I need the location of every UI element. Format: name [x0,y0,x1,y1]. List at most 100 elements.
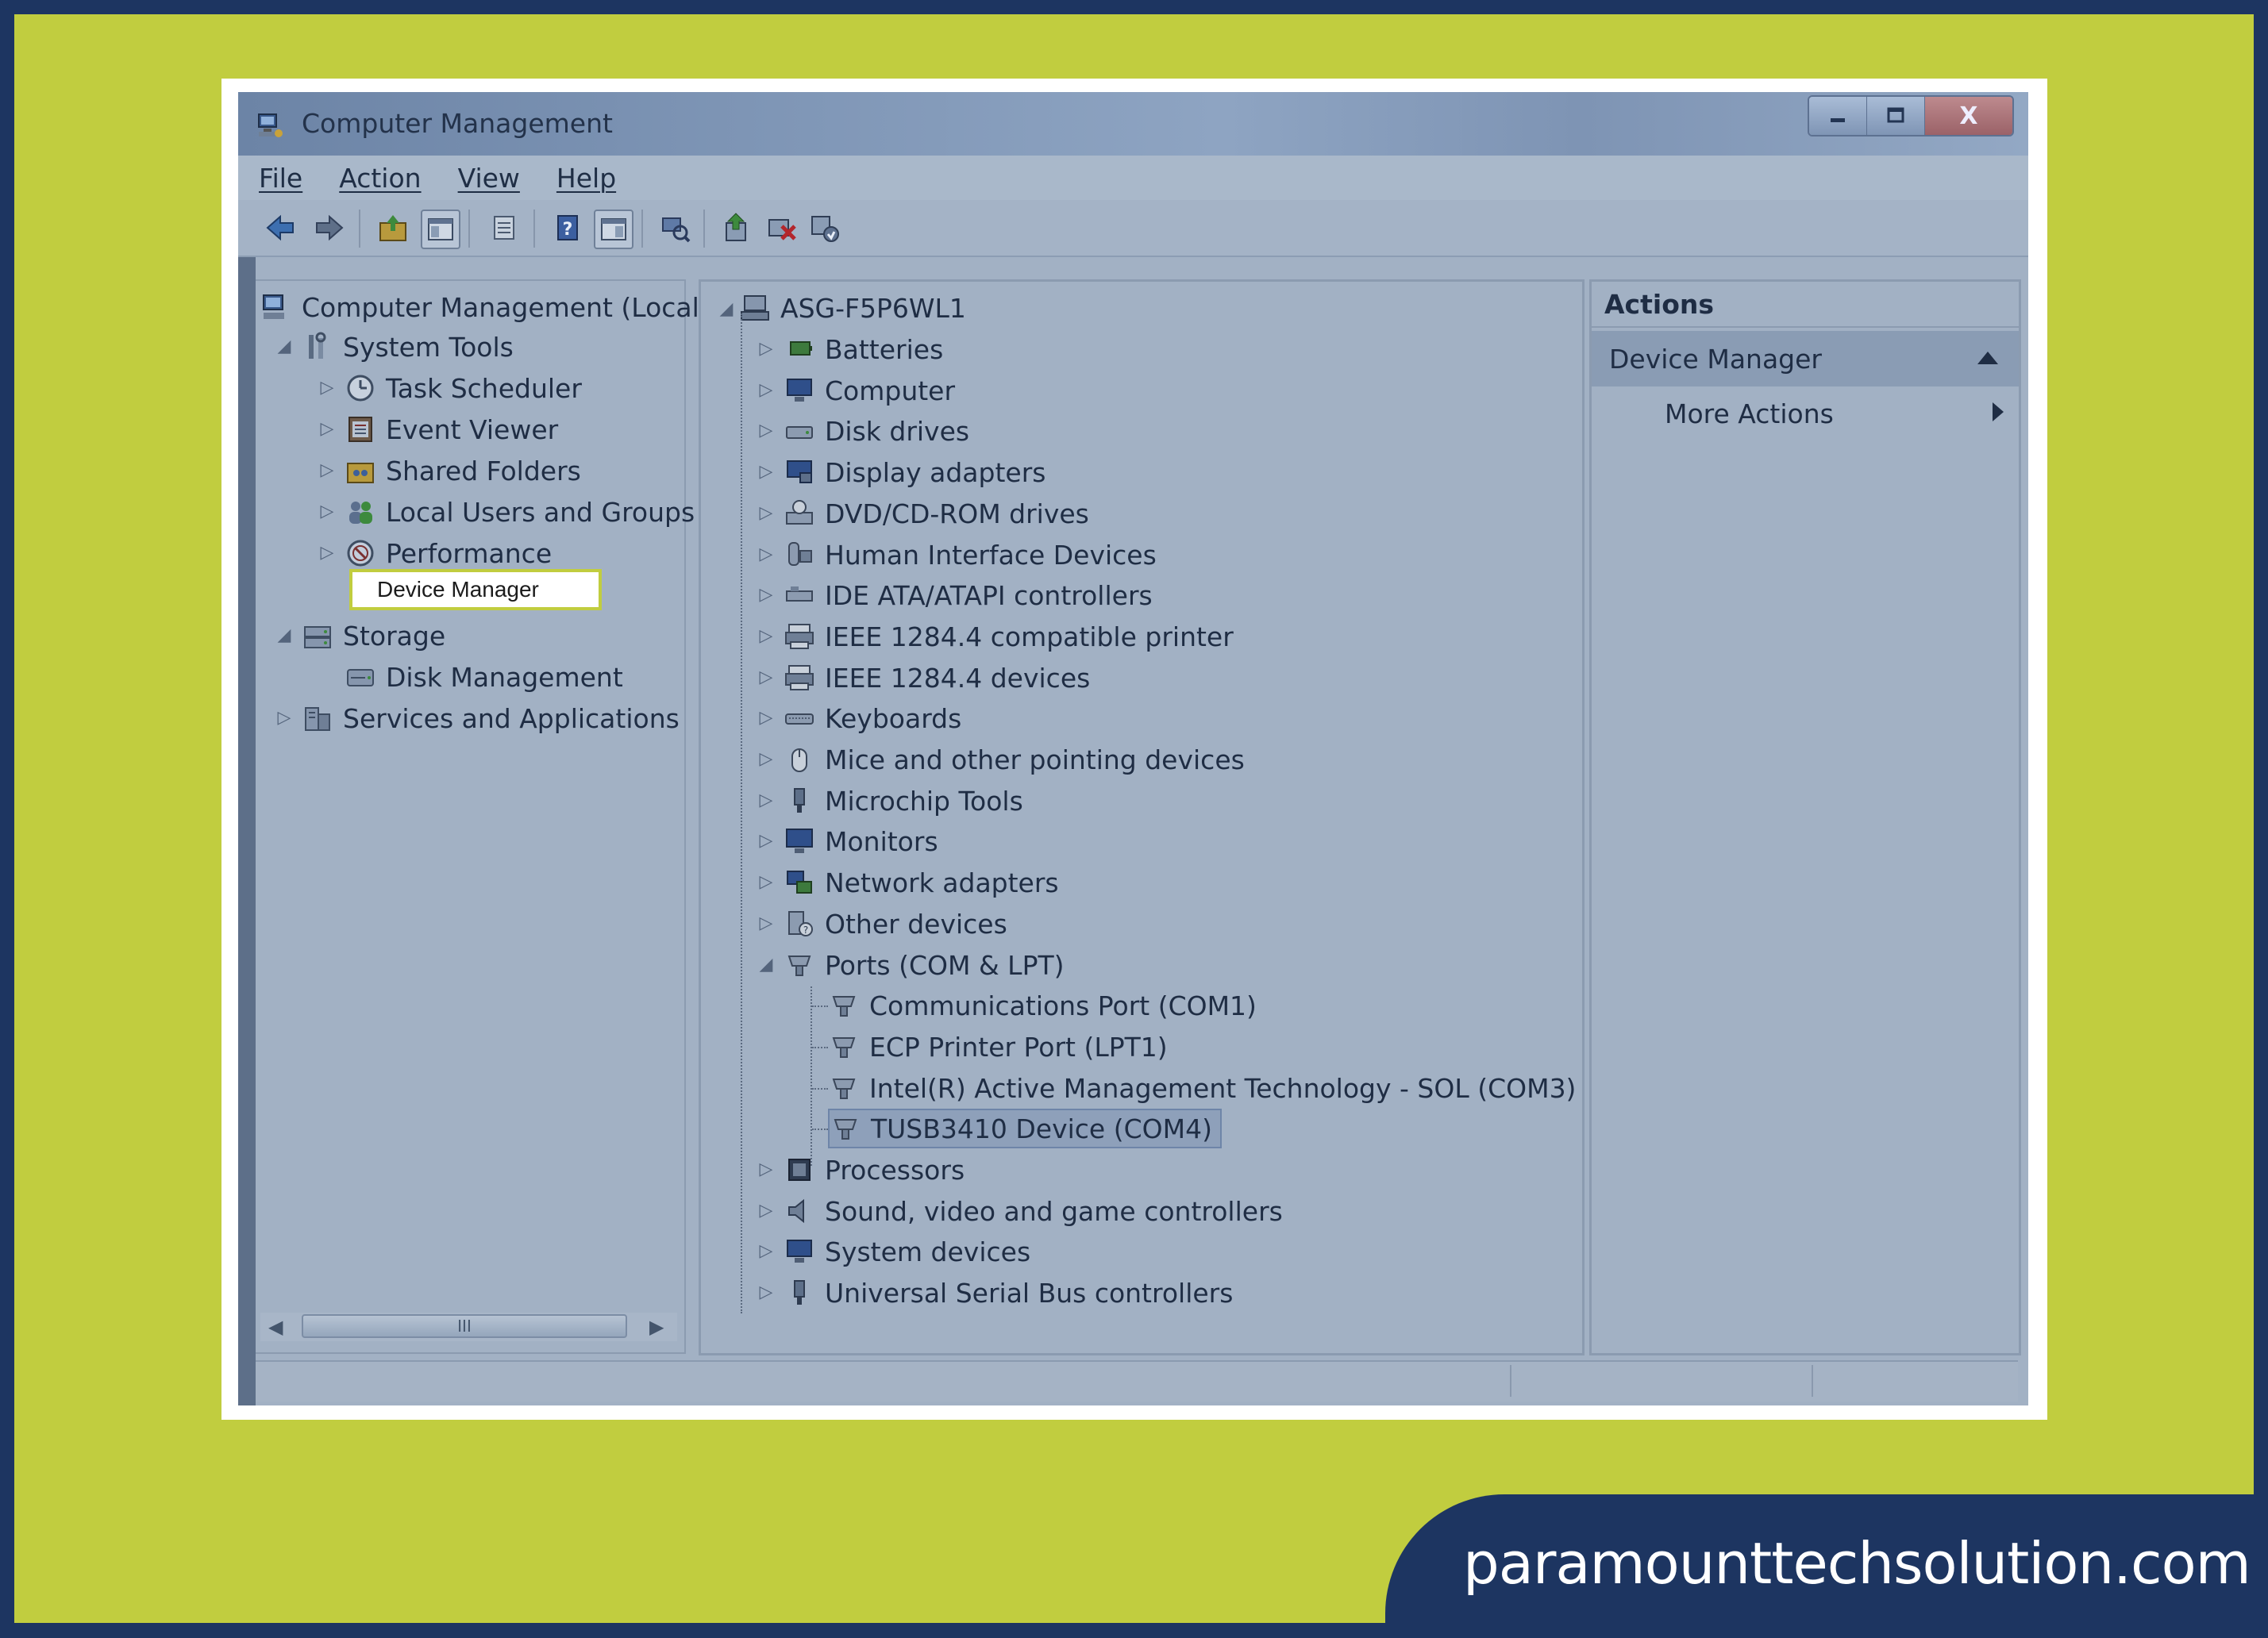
uninstall-device-icon[interactable] [764,210,800,246]
expand-arrow-icon[interactable]: ▷ [757,913,776,933]
tree-item-storage[interactable]: Storage [302,616,445,656]
scroll-right-arrow-icon[interactable]: ▶ [649,1316,664,1338]
collapse-arrow-icon[interactable]: ◢ [757,955,776,975]
menu-action[interactable]: Action [339,163,421,194]
port-icon [828,1031,860,1063]
collapse-arrow-icon[interactable]: ◢ [275,336,294,356]
device-category-row[interactable]: Sound, video and game controllers [784,1191,1283,1231]
device-category-row[interactable]: Microchip Tools [784,781,1023,821]
expand-arrow-icon[interactable]: ▷ [757,339,776,359]
expand-arrow-icon[interactable]: ▷ [757,1201,776,1221]
device-category-row[interactable]: Display adapters [784,452,1045,492]
expand-arrow-icon[interactable]: ▷ [757,626,776,646]
expand-arrow-icon[interactable]: ▷ [757,831,776,851]
expand-arrow-icon[interactable]: ▷ [757,380,776,400]
device-category-row[interactable]: Keyboards [784,698,961,738]
show-hide-action-pane-icon[interactable] [594,210,633,249]
help-icon[interactable]: ? [549,210,586,246]
device-category-row[interactable]: Network adapters [784,863,1059,902]
scroll-left-arrow-icon[interactable]: ◀ [268,1316,283,1338]
disable-device-icon[interactable] [807,210,843,246]
expand-arrow-icon[interactable]: ▷ [757,1159,776,1179]
tree-item-system-tools[interactable]: System Tools [302,327,514,367]
expand-arrow-icon[interactable]: ▷ [318,543,337,563]
forward-arrow-icon[interactable] [311,210,348,246]
device-category-row[interactable]: Monitors [784,821,938,861]
tree-guide-line [812,1088,828,1090]
maximize-button[interactable] [1867,97,1925,135]
more-actions-item[interactable]: More Actions [1665,390,1834,437]
device-category-row[interactable]: Batteries [784,329,943,369]
expand-arrow-icon[interactable]: ▷ [757,872,776,892]
device-category-row[interactable]: IEEE 1284.4 compatible printer [784,617,1234,656]
expand-arrow-icon[interactable]: ▷ [757,790,776,810]
tree-item-services-applications[interactable]: Services and Applications [302,698,680,738]
device-category-row[interactable]: Human Interface Devices [784,535,1157,575]
close-button[interactable]: X [1925,97,2012,135]
brand-url[interactable]: paramounttechsolution.com [1463,1530,2251,1597]
device-category-row[interactable]: IEEE 1284.4 devices [784,658,1090,698]
collapse-arrow-icon[interactable]: ◢ [275,625,294,645]
properties-icon[interactable] [486,210,522,246]
device-category-row[interactable]: IDE ATA/ATAPI controllers [784,575,1153,615]
tree-item-disk-management[interactable]: Disk Management [345,657,623,697]
collapse-arrow-icon[interactable]: ◢ [717,299,736,319]
device-category-row[interactable]: DVD/CD-ROM drives [784,494,1089,533]
expand-arrow-icon[interactable]: ▷ [757,544,776,564]
expand-arrow-icon[interactable]: ▷ [757,503,776,523]
collapse-up-icon[interactable] [1977,352,1998,364]
tree-item-computer-name[interactable]: ASG-F5P6WL1 [739,288,966,328]
device-category-row[interactable]: Universal Serial Bus controllers [784,1273,1233,1313]
device-category-row[interactable]: Computer [784,371,955,410]
menu-help[interactable]: Help [556,163,616,194]
selected-device-row[interactable]: TUSB3410 Device (COM4) [828,1109,1222,1148]
horizontal-scrollbar[interactable]: ◀ III ▶ [260,1313,677,1341]
menu-view[interactable]: View [458,163,520,194]
expand-arrow-icon[interactable]: ▷ [275,708,294,728]
update-driver-icon[interactable] [719,210,756,246]
scan-hardware-icon[interactable] [657,210,694,246]
expand-arrow-icon[interactable]: ▷ [757,708,776,728]
scrollbar-thumb[interactable]: III [302,1314,627,1338]
tools-icon [302,331,333,363]
device-category-row[interactable]: Ports (COM & LPT) [784,945,1065,985]
tree-label: Services and Applications [343,702,680,734]
tree-item-local-users-groups[interactable]: Local Users and Groups [345,492,695,532]
expand-arrow-icon[interactable]: ▷ [757,462,776,482]
tree-item-task-scheduler[interactable]: Task Scheduler [345,368,582,408]
device-category-row[interactable]: ? Other devices [784,904,1007,944]
tree-item-device-manager[interactable]: Device Manager [349,569,602,610]
actions-section-device-manager[interactable]: Device Manager [1592,331,2019,386]
port-device-row[interactable]: ECP Printer Port (LPT1) [828,1027,1168,1067]
port-icon [828,990,860,1021]
menu-file[interactable]: File [259,163,302,194]
title-bar[interactable]: Computer Management X [238,92,2028,156]
expand-arrow-icon[interactable]: ▷ [757,1282,776,1302]
submenu-arrow-icon[interactable] [1993,402,2004,421]
minimize-button[interactable] [1809,97,1867,135]
tree-item-computer-management[interactable]: Computer Management (Local [260,287,699,327]
device-category-row[interactable]: System devices [784,1232,1030,1271]
device-category-row[interactable]: Disk drives [784,411,969,451]
tree-item-event-viewer[interactable]: Event Viewer [345,410,558,449]
expand-arrow-icon[interactable]: ▷ [318,502,337,521]
device-category-row[interactable]: Mice and other pointing devices [784,740,1245,779]
expand-arrow-icon[interactable]: ▷ [757,749,776,769]
expand-arrow-icon[interactable]: ▷ [318,460,337,480]
tree-item-performance[interactable]: Performance [345,533,552,573]
expand-arrow-icon[interactable]: ▷ [757,421,776,440]
expand-arrow-icon[interactable]: ▷ [757,1241,776,1261]
show-hide-console-tree-icon[interactable] [421,210,460,249]
toolbar-separator [468,210,470,248]
port-device-row[interactable]: Communications Port (COM1) [828,986,1257,1025]
status-divider [1510,1365,1511,1397]
back-arrow-icon[interactable] [262,210,298,246]
expand-arrow-icon[interactable]: ▷ [318,419,337,439]
up-folder-icon[interactable] [375,210,411,246]
expand-arrow-icon[interactable]: ▷ [757,667,776,687]
expand-arrow-icon[interactable]: ▷ [757,585,776,605]
tree-item-shared-folders[interactable]: Shared Folders [345,451,581,490]
computer-management-icon [256,111,284,140]
expand-arrow-icon[interactable]: ▷ [318,378,337,398]
port-device-row[interactable]: Intel(R) Active Management Technology - … [828,1068,1576,1108]
